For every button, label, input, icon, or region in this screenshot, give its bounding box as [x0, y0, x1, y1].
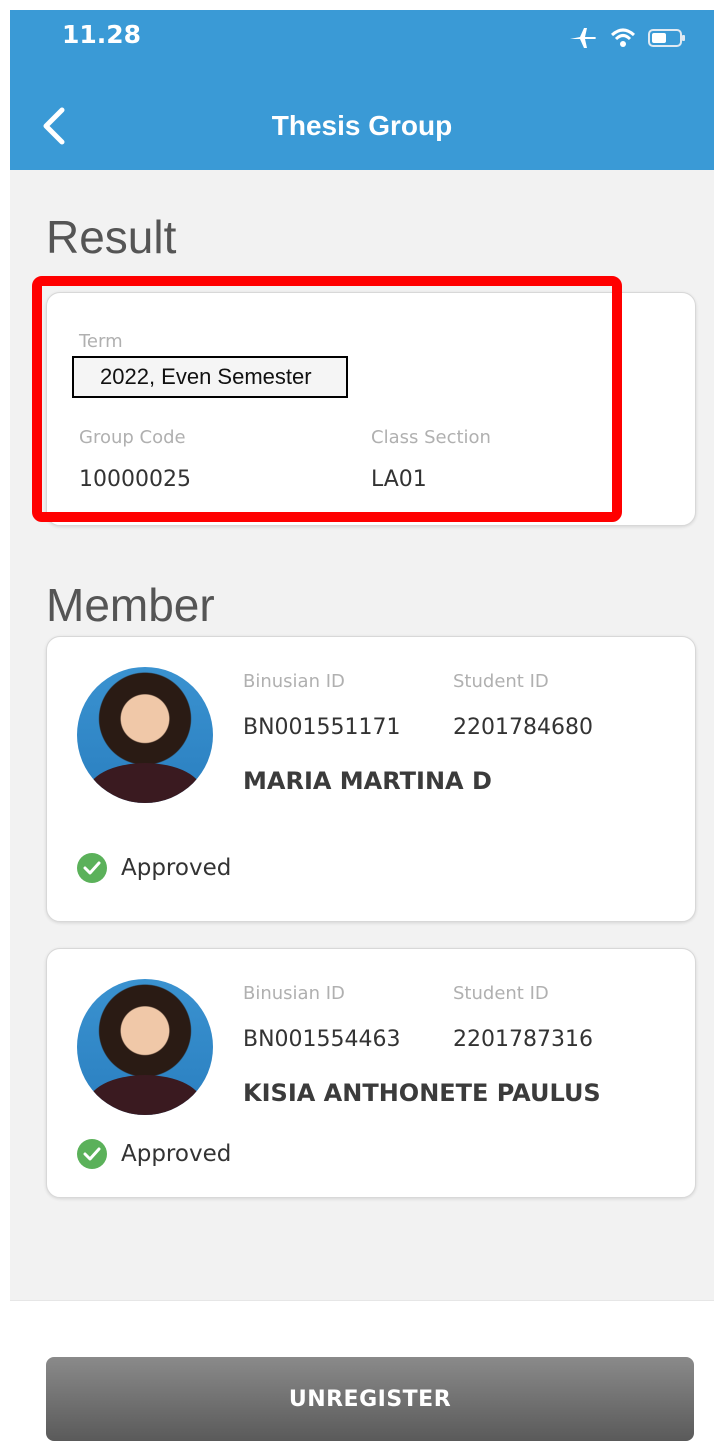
check-icon [77, 1139, 107, 1169]
term-value: 2022, Even Semester [72, 356, 348, 398]
avatar [77, 667, 213, 803]
student-id-label: Student ID [453, 671, 549, 692]
highlight-box [32, 276, 622, 522]
member-name: MARIA MARTINA D [243, 767, 492, 795]
member-card: Binusian ID Student ID BN001554463 22017… [46, 948, 696, 1198]
result-section-title: Result [46, 211, 177, 263]
status-icons [568, 26, 686, 54]
avatar [77, 979, 213, 1115]
binusian-id-label: Binusian ID [243, 671, 345, 692]
student-id-value: 2201784680 [453, 715, 593, 740]
header-bar: 11.28 Thesis Group [10, 10, 714, 170]
wifi-icon [610, 27, 636, 53]
airplane-icon [568, 26, 598, 54]
status-row: Approved [77, 853, 231, 883]
check-icon [77, 853, 107, 883]
binusian-id-value: BN001554463 [243, 1027, 401, 1052]
footer-bar: UNREGISTER [10, 1300, 714, 1441]
binusian-id-value: BN001551171 [243, 715, 401, 740]
app-screen: 11.28 Thesis Group Result Term Group Cod… [0, 0, 714, 1441]
battery-icon [648, 28, 686, 52]
approval-status: Approved [121, 1141, 232, 1167]
member-card: Binusian ID Student ID BN001551171 22017… [46, 636, 696, 922]
student-id-value: 2201787316 [453, 1027, 593, 1052]
binusian-id-label: Binusian ID [243, 983, 345, 1004]
student-id-label: Student ID [453, 983, 549, 1004]
status-time: 11.28 [62, 20, 142, 49]
page-title: Thesis Group [271, 110, 453, 141]
status-row: Approved [77, 1139, 231, 1169]
member-section-title: Member [46, 579, 215, 631]
approval-status: Approved [121, 855, 232, 881]
unregister-button[interactable]: UNREGISTER [46, 1357, 694, 1441]
member-name: KISIA ANTHONETE PAULUS [243, 1079, 601, 1107]
